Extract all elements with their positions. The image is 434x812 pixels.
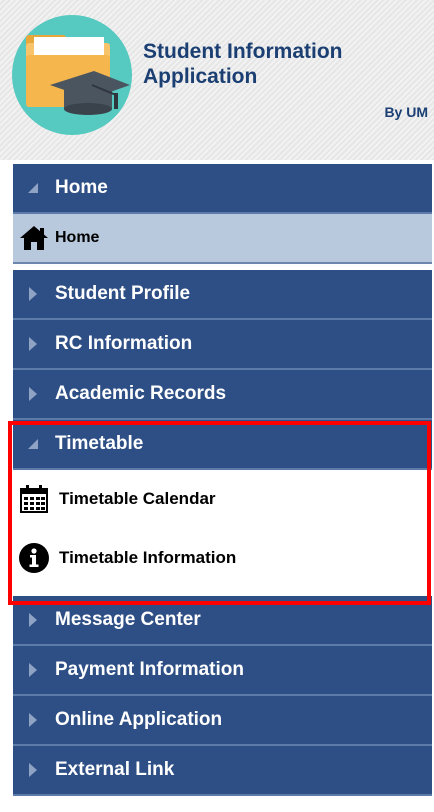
- menu-item-timetable-calendar[interactable]: Timetable Calendar: [13, 470, 432, 528]
- sidebar-menu: Home Home Student Profile RC Information…: [13, 164, 432, 796]
- triangle-open-icon: [13, 183, 43, 193]
- house-icon: [17, 221, 51, 255]
- section-timetable[interactable]: Timetable: [13, 420, 432, 470]
- section-timetable-label: Timetable: [55, 433, 144, 454]
- section-label: External Link: [55, 759, 175, 780]
- triangle-right-icon: [13, 287, 43, 301]
- section-home-label: Home: [55, 177, 108, 198]
- app-header: Student Information Application By UM: [0, 0, 434, 160]
- triangle-right-icon: [13, 713, 43, 727]
- section-label: Online Application: [55, 709, 223, 730]
- menu-item-timetable-information-label: Timetable Information: [59, 548, 237, 567]
- triangle-right-icon: [13, 613, 43, 627]
- section-rc-information[interactable]: RC Information: [13, 320, 432, 370]
- section-label: Message Center: [55, 609, 201, 630]
- byline: By UM: [384, 104, 428, 120]
- section-student-profile[interactable]: Student Profile: [13, 270, 432, 320]
- section-payment-information[interactable]: Payment Information: [13, 646, 432, 696]
- menu-item-timetable-information[interactable]: Timetable Information: [13, 528, 432, 588]
- timetable-group: Timetable Timetable Calendar Timetable I…: [13, 420, 432, 588]
- app-logo: [12, 15, 132, 135]
- calendar-icon: [17, 482, 51, 516]
- section-label: Student Profile: [55, 283, 191, 304]
- section-home[interactable]: Home: [13, 164, 432, 214]
- triangle-right-icon: [13, 663, 43, 677]
- triangle-right-icon: [13, 337, 43, 351]
- section-external-link[interactable]: External Link: [13, 746, 432, 796]
- triangle-open-icon: [13, 439, 43, 449]
- menu-item-home[interactable]: Home: [13, 214, 432, 264]
- menu-item-timetable-calendar-label: Timetable Calendar: [59, 489, 216, 508]
- section-label: RC Information: [55, 333, 193, 354]
- section-online-application[interactable]: Online Application: [13, 696, 432, 746]
- triangle-right-icon: [13, 763, 43, 777]
- section-academic-records[interactable]: Academic Records: [13, 370, 432, 420]
- section-label: Payment Information: [55, 659, 244, 680]
- section-message-center[interactable]: Message Center: [13, 596, 432, 646]
- info-circle-icon: [17, 541, 51, 575]
- triangle-right-icon: [13, 387, 43, 401]
- section-label: Academic Records: [55, 383, 227, 404]
- menu-item-home-label: Home: [55, 229, 100, 246]
- app-title: Student Information Application: [143, 40, 343, 88]
